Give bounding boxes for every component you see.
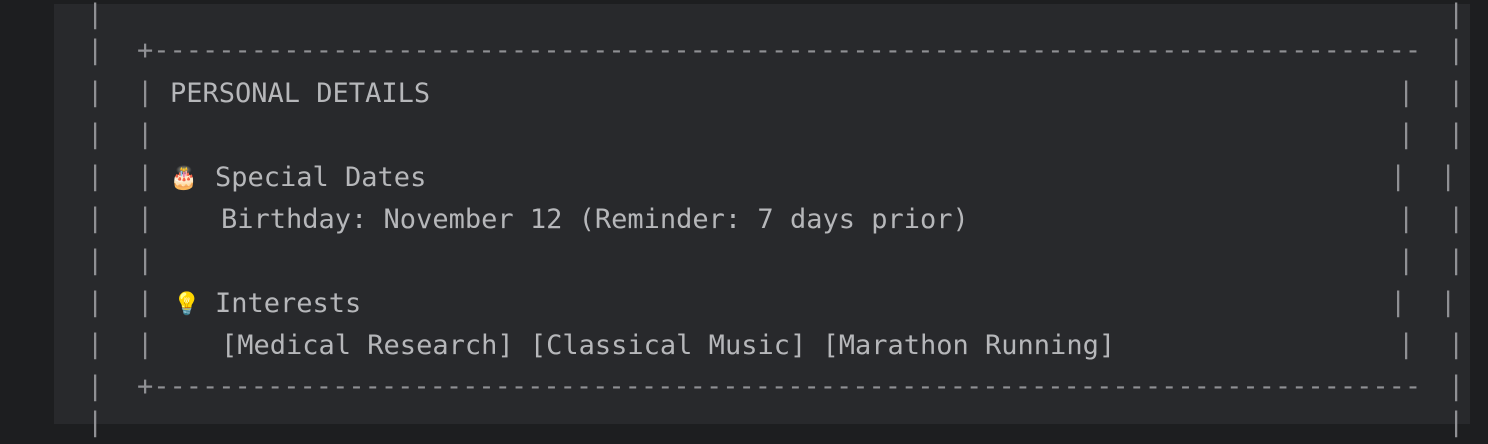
birthday-cake-icon: 🎂 <box>170 165 198 190</box>
interest-tags: [Medical Research] [Classical Music] [Ma… <box>221 325 1115 367</box>
interests-heading: Interests <box>215 288 362 319</box>
box-top-border: +---------------------------------------… <box>137 35 1417 66</box>
interest-tag[interactable]: [Medical Research] <box>221 330 514 361</box>
special-dates-heading: Special Dates <box>215 162 427 193</box>
lightbulb-icon: 💡 <box>173 291 201 316</box>
box-bottom-border: +---------------------------------------… <box>137 371 1417 402</box>
scrollbar-gutter[interactable] <box>1470 0 1488 424</box>
section-title: PERSONAL DETAILS <box>170 78 431 109</box>
interest-tag[interactable]: [Classical Music] <box>530 330 806 361</box>
birthday-line: Birthday: November 12 (Reminder: 7 days … <box>221 204 969 235</box>
interest-tag[interactable]: [Marathon Running] <box>822 330 1115 361</box>
